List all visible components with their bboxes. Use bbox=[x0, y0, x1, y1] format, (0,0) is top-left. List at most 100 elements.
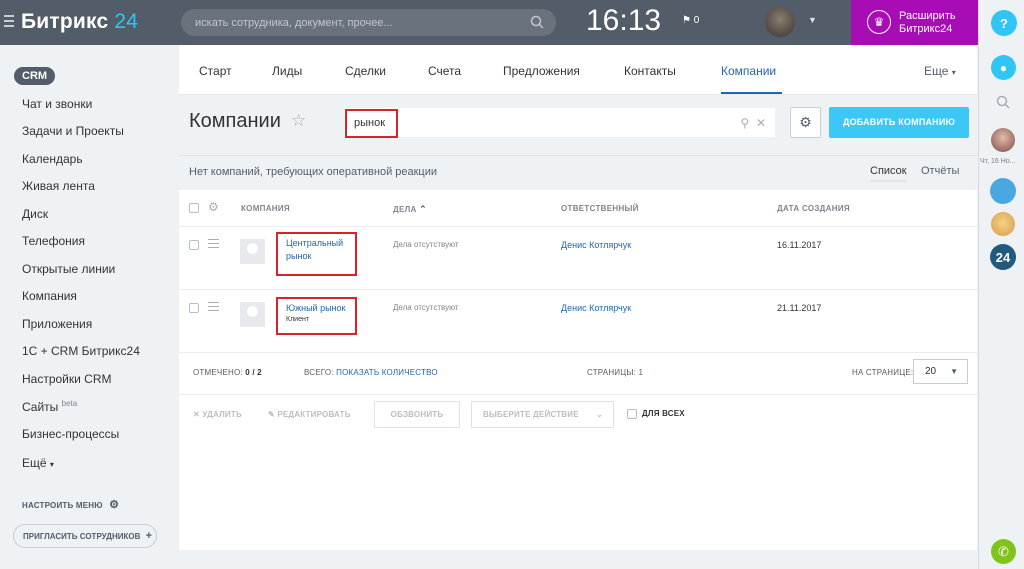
sidebar-item-chat[interactable]: Чат и звонки bbox=[22, 97, 92, 111]
upgrade-button[interactable]: ♛ Расширить Битрикс24 bbox=[851, 0, 978, 45]
sidebar-item-open-lines[interactable]: Открытые линии bbox=[22, 262, 115, 276]
logo[interactable]: Битрикс 24 bbox=[21, 10, 138, 34]
sidebar-item-1c-crm[interactable]: 1С + CRM Битрикс24 bbox=[22, 344, 140, 358]
sidebar-item-company[interactable]: Компания bbox=[22, 289, 77, 303]
tab-quotes[interactable]: Предложения bbox=[503, 64, 580, 78]
user-avatar[interactable] bbox=[765, 7, 795, 37]
close-icon[interactable]: ✕ bbox=[756, 116, 766, 130]
row-checkbox[interactable] bbox=[189, 240, 199, 250]
tab-contacts[interactable]: Контакты bbox=[624, 64, 676, 78]
phone-icon[interactable]: ✆ bbox=[991, 539, 1016, 564]
search-icon[interactable] bbox=[996, 95, 1010, 109]
search-icon[interactable]: ⚲ bbox=[740, 116, 749, 130]
sidebar-item-apps[interactable]: Приложения bbox=[22, 317, 92, 331]
sort-asc-icon: ⌃ bbox=[419, 204, 428, 214]
choose-action-select[interactable]: ВЫБЕРИТЕ ДЕЙСТВИЕ ⌄ bbox=[471, 401, 614, 428]
global-search[interactable] bbox=[181, 9, 556, 36]
view-list-tab[interactable]: Список bbox=[870, 165, 907, 182]
column-deals[interactable]: ДЕЛА ⌃ bbox=[393, 204, 427, 215]
responsible-link[interactable]: Денис Котлярчук bbox=[561, 303, 631, 313]
menu-icon[interactable] bbox=[4, 15, 14, 27]
clock[interactable]: 16:13 bbox=[586, 4, 661, 38]
contact-avatar[interactable] bbox=[991, 128, 1015, 152]
delete-button[interactable]: ✕ УДАЛИТЬ bbox=[193, 410, 242, 419]
sidebar-item-bizproc[interactable]: Бизнес-процессы bbox=[22, 427, 119, 441]
sidebar-item-calendar[interactable]: Календарь bbox=[22, 152, 83, 166]
bitrix24-icon[interactable]: 24 bbox=[990, 244, 1016, 270]
grid-header: ⚙ КОМПАНИЯ ДЕЛА ⌃ ОТВЕТСТВЕННЫЙ ДАТА СОЗ… bbox=[179, 190, 977, 227]
sidebar-item-telephony[interactable]: Телефония bbox=[22, 234, 85, 248]
flag-counter[interactable]: ⚑ 0 bbox=[682, 15, 699, 26]
marked-value: 0 / 2 bbox=[245, 368, 262, 377]
chevron-down-icon[interactable]: ▼ bbox=[808, 15, 817, 25]
tab-more[interactable]: Еще ▾ bbox=[924, 64, 956, 78]
filter-search[interactable]: рынок ⚲ ✕ bbox=[344, 108, 775, 138]
row-menu-icon[interactable] bbox=[208, 239, 219, 251]
plus-icon: + bbox=[145, 530, 153, 542]
pages-value[interactable]: 1 bbox=[639, 368, 644, 377]
per-page-value: 20 bbox=[925, 366, 937, 377]
chevron-down-icon: ▼ bbox=[950, 367, 958, 376]
sidebar-item-more[interactable]: Ещё ▾ bbox=[22, 456, 54, 470]
show-count-link[interactable]: ПОКАЗАТЬ КОЛИЧЕСТВО bbox=[336, 368, 438, 377]
bell-icon[interactable]: ● bbox=[991, 55, 1016, 80]
sites-label: Сайты bbox=[22, 400, 59, 414]
responsible-link[interactable]: Денис Котлярчук bbox=[561, 240, 631, 250]
table-row[interactable]: Южный рынок Клиент Дела отсутствуют Дени… bbox=[179, 290, 977, 353]
sidebar-item-crm[interactable]: CRM bbox=[14, 67, 56, 85]
active-tab-indicator bbox=[721, 92, 782, 94]
configure-menu-button[interactable]: НАСТРОИТЬ МЕНЮ ⚙ bbox=[22, 498, 119, 511]
company-name-cell[interactable]: Центральный рынок bbox=[276, 232, 357, 276]
search-icon[interactable] bbox=[530, 15, 544, 29]
star-icon[interactable]: ☆ bbox=[291, 111, 306, 131]
filter-chip[interactable]: рынок bbox=[345, 109, 398, 138]
created-date: 16.11.2017 bbox=[777, 240, 822, 250]
contact-avatar-2[interactable] bbox=[991, 212, 1015, 236]
settings-button[interactable]: ⚙ bbox=[790, 107, 821, 138]
row-menu-icon[interactable] bbox=[208, 302, 219, 314]
column-responsible[interactable]: ОТВЕТСТВЕННЫЙ bbox=[561, 204, 639, 213]
chevron-down-icon: ⌄ bbox=[596, 410, 603, 419]
search-input[interactable] bbox=[195, 13, 525, 32]
row-checkbox[interactable] bbox=[189, 303, 199, 313]
help-icon[interactable]: ? bbox=[991, 10, 1017, 36]
company-name[interactable]: Центральный рынок bbox=[286, 237, 347, 263]
view-reports-tab[interactable]: Отчёты bbox=[921, 165, 959, 177]
sidebar-item-sites[interactable]: Сайты beta bbox=[22, 399, 77, 414]
sidebar-item-crm-settings[interactable]: Настройки CRM bbox=[22, 372, 112, 386]
for-all-label: ДЛЯ ВСЕХ bbox=[642, 409, 685, 418]
total-label: ВСЕГО: bbox=[304, 368, 334, 377]
call-button[interactable]: ОБЗВОНИТЬ bbox=[374, 401, 460, 428]
invite-employees-button[interactable]: ПРИГЛАСИТЬ СОТРУДНИКОВ + bbox=[13, 524, 157, 548]
sidebar-item-tasks[interactable]: Задачи и Проекты bbox=[22, 124, 124, 138]
gear-icon[interactable]: ⚙ bbox=[208, 200, 219, 214]
logo-text: Битрикс bbox=[21, 10, 109, 33]
bird-icon[interactable] bbox=[990, 178, 1016, 204]
tab-leads[interactable]: Лиды bbox=[272, 64, 302, 78]
for-all-checkbox[interactable] bbox=[627, 409, 637, 419]
total-counter: ВСЕГО: ПОКАЗАТЬ КОЛИЧЕСТВО bbox=[304, 368, 438, 377]
gear-icon: ⚙ bbox=[109, 499, 120, 511]
close-icon: ✕ bbox=[193, 410, 200, 419]
tab-invoices[interactable]: Счета bbox=[428, 64, 461, 78]
marked-label: ОТМЕЧЕНО: bbox=[193, 368, 243, 377]
crown-icon: ♛ bbox=[867, 10, 891, 34]
select-all-checkbox[interactable] bbox=[189, 203, 199, 213]
company-name-cell[interactable]: Южный рынок Клиент bbox=[276, 297, 357, 335]
edit-button[interactable]: ✎ РЕДАКТИРОВАТЬ bbox=[268, 410, 351, 419]
more-label: Ещё bbox=[22, 456, 47, 470]
per-page-select[interactable]: 20 ▼ bbox=[913, 359, 968, 384]
company-name[interactable]: Южный рынок bbox=[286, 302, 347, 315]
delete-label: УДАЛИТЬ bbox=[202, 410, 242, 419]
column-company[interactable]: КОМПАНИЯ bbox=[241, 204, 290, 213]
configure-menu-label: НАСТРОИТЬ МЕНЮ bbox=[22, 501, 103, 510]
tab-deals[interactable]: Сделки bbox=[345, 64, 386, 78]
column-created[interactable]: ДАТА СОЗДАНИЯ bbox=[777, 204, 850, 213]
table-row[interactable]: Центральный рынок Дела отсутствуют Денис… bbox=[179, 227, 977, 290]
tab-start[interactable]: Старт bbox=[199, 64, 232, 78]
add-company-button[interactable]: ДОБАВИТЬ КОМПАНИЮ bbox=[829, 107, 969, 138]
tab-companies[interactable]: Компании bbox=[721, 64, 776, 78]
right-panel: ? ● Чт, 16 Но... 24 ✆ bbox=[978, 0, 1024, 569]
sidebar-item-feed[interactable]: Живая лента bbox=[22, 179, 95, 193]
sidebar-item-disk[interactable]: Диск bbox=[22, 207, 48, 221]
